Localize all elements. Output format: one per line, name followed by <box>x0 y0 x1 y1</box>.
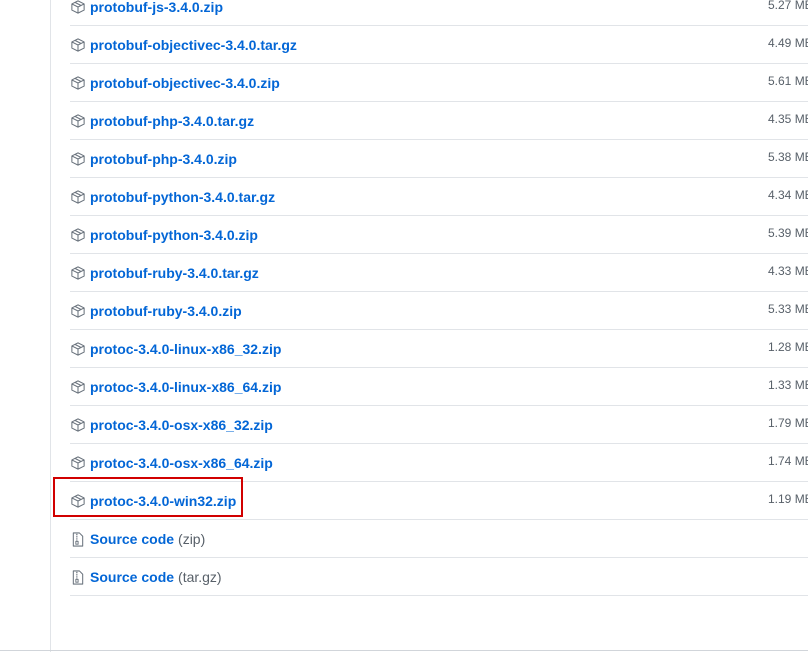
package-icon <box>70 113 86 129</box>
package-icon <box>70 379 86 395</box>
asset-row: protobuf-ruby-3.4.0.tar.gz 4.33 MB <box>70 254 808 292</box>
asset-size: 5.61 MB <box>768 74 808 88</box>
asset-row: protobuf-php-3.4.0.tar.gz 4.35 MB <box>70 102 808 140</box>
asset-size: 4.34 MB <box>768 188 808 202</box>
asset-name: protobuf-python-3.4.0.zip <box>90 227 258 243</box>
asset-link[interactable]: protoc-3.4.0-osx-x86_64.zip <box>70 452 273 474</box>
asset-name: protobuf-objectivec-3.4.0.tar.gz <box>90 37 297 53</box>
source-code-row: Source code (tar.gz) <box>70 558 808 596</box>
source-code-label: Source code <box>90 569 175 585</box>
asset-row: protobuf-js-3.4.0.zip 5.27 MB <box>70 0 808 26</box>
source-code-zip-link[interactable]: Source code (zip) <box>70 528 205 550</box>
asset-row-highlighted: protoc-3.4.0-win32.zip 1.19 MB <box>70 482 808 520</box>
asset-size: 1.28 MB <box>768 340 808 354</box>
asset-link[interactable]: protobuf-js-3.4.0.zip <box>70 0 223 18</box>
asset-size: 5.33 MB <box>768 302 808 316</box>
package-icon <box>70 0 86 15</box>
asset-row: protoc-3.4.0-osx-x86_32.zip 1.79 MB <box>70 406 808 444</box>
package-icon <box>70 227 86 243</box>
source-code-format: (tar.gz) <box>178 569 222 585</box>
package-icon <box>70 75 86 91</box>
asset-link[interactable]: protobuf-php-3.4.0.tar.gz <box>70 110 254 132</box>
package-icon <box>70 493 86 509</box>
asset-size: 1.19 MB <box>768 492 808 506</box>
asset-size: 1.33 MB <box>768 378 808 392</box>
package-icon <box>70 455 86 471</box>
asset-row: protobuf-objectivec-3.4.0.tar.gz 4.49 MB <box>70 26 808 64</box>
asset-size: 1.74 MB <box>768 454 808 468</box>
asset-name: protobuf-php-3.4.0.zip <box>90 151 237 167</box>
asset-size: 4.49 MB <box>768 36 808 50</box>
asset-name: protoc-3.4.0-osx-x86_32.zip <box>90 417 273 433</box>
source-code-format: (zip) <box>178 531 206 547</box>
asset-row: protoc-3.4.0-osx-x86_64.zip 1.74 MB <box>70 444 808 482</box>
asset-link[interactable]: protobuf-python-3.4.0.tar.gz <box>70 186 275 208</box>
package-icon <box>70 189 86 205</box>
asset-name: protoc-3.4.0-linux-x86_32.zip <box>90 341 282 357</box>
asset-name: protoc-3.4.0-win32.zip <box>90 493 237 509</box>
asset-row: protobuf-php-3.4.0.zip 5.38 MB <box>70 140 808 178</box>
asset-name: protoc-3.4.0-osx-x86_64.zip <box>90 455 273 471</box>
file-zip-icon <box>70 531 86 547</box>
asset-link[interactable]: protoc-3.4.0-linux-x86_32.zip <box>70 338 281 360</box>
asset-link[interactable]: protobuf-ruby-3.4.0.tar.gz <box>70 262 259 284</box>
asset-size: 4.35 MB <box>768 112 808 126</box>
asset-link[interactable]: protobuf-python-3.4.0.zip <box>70 224 258 246</box>
asset-name: protobuf-objectivec-3.4.0.zip <box>90 75 280 91</box>
package-icon <box>70 417 86 433</box>
source-code-targz-link[interactable]: Source code (tar.gz) <box>70 566 222 588</box>
package-icon <box>70 303 86 319</box>
file-zip-icon <box>70 569 86 585</box>
release-assets-list: protobuf-js-3.4.0.zip 5.27 MB protobuf-o… <box>70 0 808 596</box>
asset-link[interactable]: protoc-3.4.0-osx-x86_32.zip <box>70 414 273 436</box>
asset-name: protobuf-ruby-3.4.0.zip <box>90 303 242 319</box>
asset-size: 4.33 MB <box>768 264 808 278</box>
source-code-label: Source code <box>90 531 175 547</box>
source-code-row: Source code (zip) <box>70 520 808 558</box>
asset-size: 5.39 MB <box>768 226 808 240</box>
asset-link[interactable]: protoc-3.4.0-win32.zip <box>70 490 236 512</box>
asset-row: protobuf-objectivec-3.4.0.zip 5.61 MB <box>70 64 808 102</box>
asset-link[interactable]: protobuf-objectivec-3.4.0.tar.gz <box>70 34 297 56</box>
asset-name: protobuf-js-3.4.0.zip <box>90 0 223 15</box>
asset-name: protobuf-ruby-3.4.0.tar.gz <box>90 265 259 281</box>
asset-name: protobuf-python-3.4.0.tar.gz <box>90 189 276 205</box>
asset-size: 1.79 MB <box>768 416 808 430</box>
asset-name: protoc-3.4.0-linux-x86_64.zip <box>90 379 282 395</box>
asset-link[interactable]: protobuf-objectivec-3.4.0.zip <box>70 72 280 94</box>
asset-row: protoc-3.4.0-linux-x86_32.zip 1.28 MB <box>70 330 808 368</box>
asset-link[interactable]: protobuf-php-3.4.0.zip <box>70 148 237 170</box>
asset-size: 5.27 MB <box>768 0 808 12</box>
package-icon <box>70 341 86 357</box>
content-left-border <box>50 0 51 652</box>
package-icon <box>70 265 86 281</box>
package-icon <box>70 37 86 53</box>
asset-row: protobuf-ruby-3.4.0.zip 5.33 MB <box>70 292 808 330</box>
asset-row: protoc-3.4.0-linux-x86_64.zip 1.33 MB <box>70 368 808 406</box>
package-icon <box>70 151 86 167</box>
asset-row: protobuf-python-3.4.0.tar.gz 4.34 MB <box>70 178 808 216</box>
asset-link[interactable]: protoc-3.4.0-linux-x86_64.zip <box>70 376 281 398</box>
asset-row: protobuf-python-3.4.0.zip 5.39 MB <box>70 216 808 254</box>
asset-name: protobuf-php-3.4.0.tar.gz <box>90 113 255 129</box>
asset-size: 5.38 MB <box>768 150 808 164</box>
asset-link[interactable]: protobuf-ruby-3.4.0.zip <box>70 300 242 322</box>
bottom-border <box>0 650 808 651</box>
